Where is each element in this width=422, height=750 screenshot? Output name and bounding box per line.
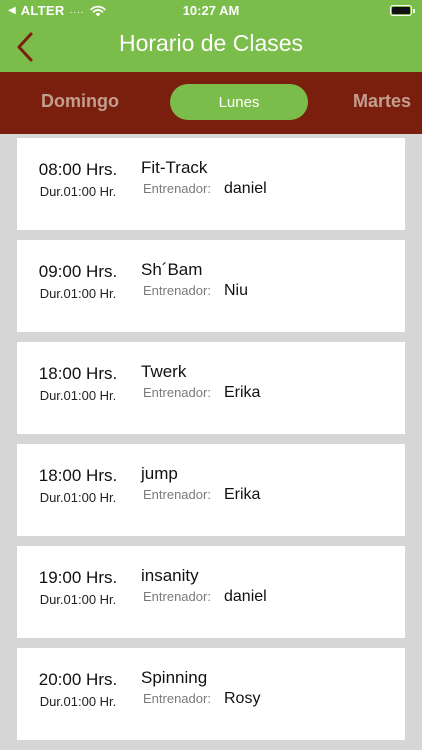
class-name: Fit-Track <box>141 158 208 177</box>
class-name: Twerk <box>141 362 187 381</box>
trainer-name: daniel <box>224 588 267 605</box>
class-time: 18:00 Hrs. <box>38 364 118 383</box>
class-duration: Dur.01:00 Hr. <box>39 184 117 199</box>
trainer-label: Entrenador: <box>143 181 211 196</box>
page-title: Horario de Clases <box>118 30 304 56</box>
app-header: ◀ ALTER .... 10:27 AM Horario de Clases <box>0 0 422 72</box>
class-duration: Dur.01:00 Hr. <box>39 286 117 301</box>
trainer-name: Niu <box>224 282 249 299</box>
class-card[interactable]: 20:00 Hrs. Dur.01:00 Hr. Spinning Entren… <box>17 648 405 740</box>
day-selector: Domingo Lunes Martes <box>0 72 422 134</box>
class-duration: Dur.01:00 Hr. <box>39 694 117 709</box>
trainer-name: Rosy <box>224 690 261 707</box>
status-time: 10:27 AM <box>182 3 240 18</box>
class-time: 19:00 Hrs. <box>38 568 118 587</box>
battery-icon <box>390 5 415 16</box>
class-name: insanity <box>141 566 199 585</box>
class-duration: Dur.01:00 Hr. <box>39 592 117 607</box>
class-card[interactable]: 09:00 Hrs. Dur.01:00 Hr. Sh´Bam Entrenad… <box>17 240 405 332</box>
tab-lunes-active[interactable]: Lunes <box>170 84 308 120</box>
class-time: 08:00 Hrs. <box>38 160 118 179</box>
trainer-name: Erika <box>224 486 261 503</box>
class-name: Sh´Bam <box>141 260 203 279</box>
trainer-name: Erika <box>224 384 261 401</box>
class-card[interactable]: 18:00 Hrs. Dur.01:00 Hr. jump Entrenador… <box>17 444 405 536</box>
class-card[interactable]: 19:00 Hrs. Dur.01:00 Hr. insanity Entren… <box>17 546 405 638</box>
class-name: Spinning <box>141 668 208 687</box>
trainer-name: daniel <box>224 180 267 197</box>
class-name: jump <box>141 464 178 483</box>
trainer-label: Entrenador: <box>143 589 211 604</box>
class-duration: Dur.01:00 Hr. <box>39 388 117 403</box>
tab-martes[interactable]: Martes <box>353 91 411 112</box>
class-duration: Dur.01:00 Hr. <box>39 490 117 505</box>
tab-domingo[interactable]: Domingo <box>41 91 119 112</box>
trainer-label: Entrenador: <box>143 283 211 298</box>
class-time: 20:00 Hrs. <box>38 670 118 689</box>
class-card[interactable]: 08:00 Hrs. Dur.01:00 Hr. Fit-Track Entre… <box>17 138 405 230</box>
class-list: 08:00 Hrs. Dur.01:00 Hr. Fit-Track Entre… <box>0 134 422 750</box>
class-card[interactable]: 18:00 Hrs. Dur.01:00 Hr. Twerk Entrenado… <box>17 342 405 434</box>
class-time: 09:00 Hrs. <box>38 262 118 281</box>
trainer-label: Entrenador: <box>143 691 211 706</box>
trainer-label: Entrenador: <box>143 487 211 502</box>
status-bar: ◀ ALTER .... 10:27 AM <box>0 0 422 22</box>
trainer-label: Entrenador: <box>143 385 211 400</box>
class-time: 18:00 Hrs. <box>38 466 118 485</box>
